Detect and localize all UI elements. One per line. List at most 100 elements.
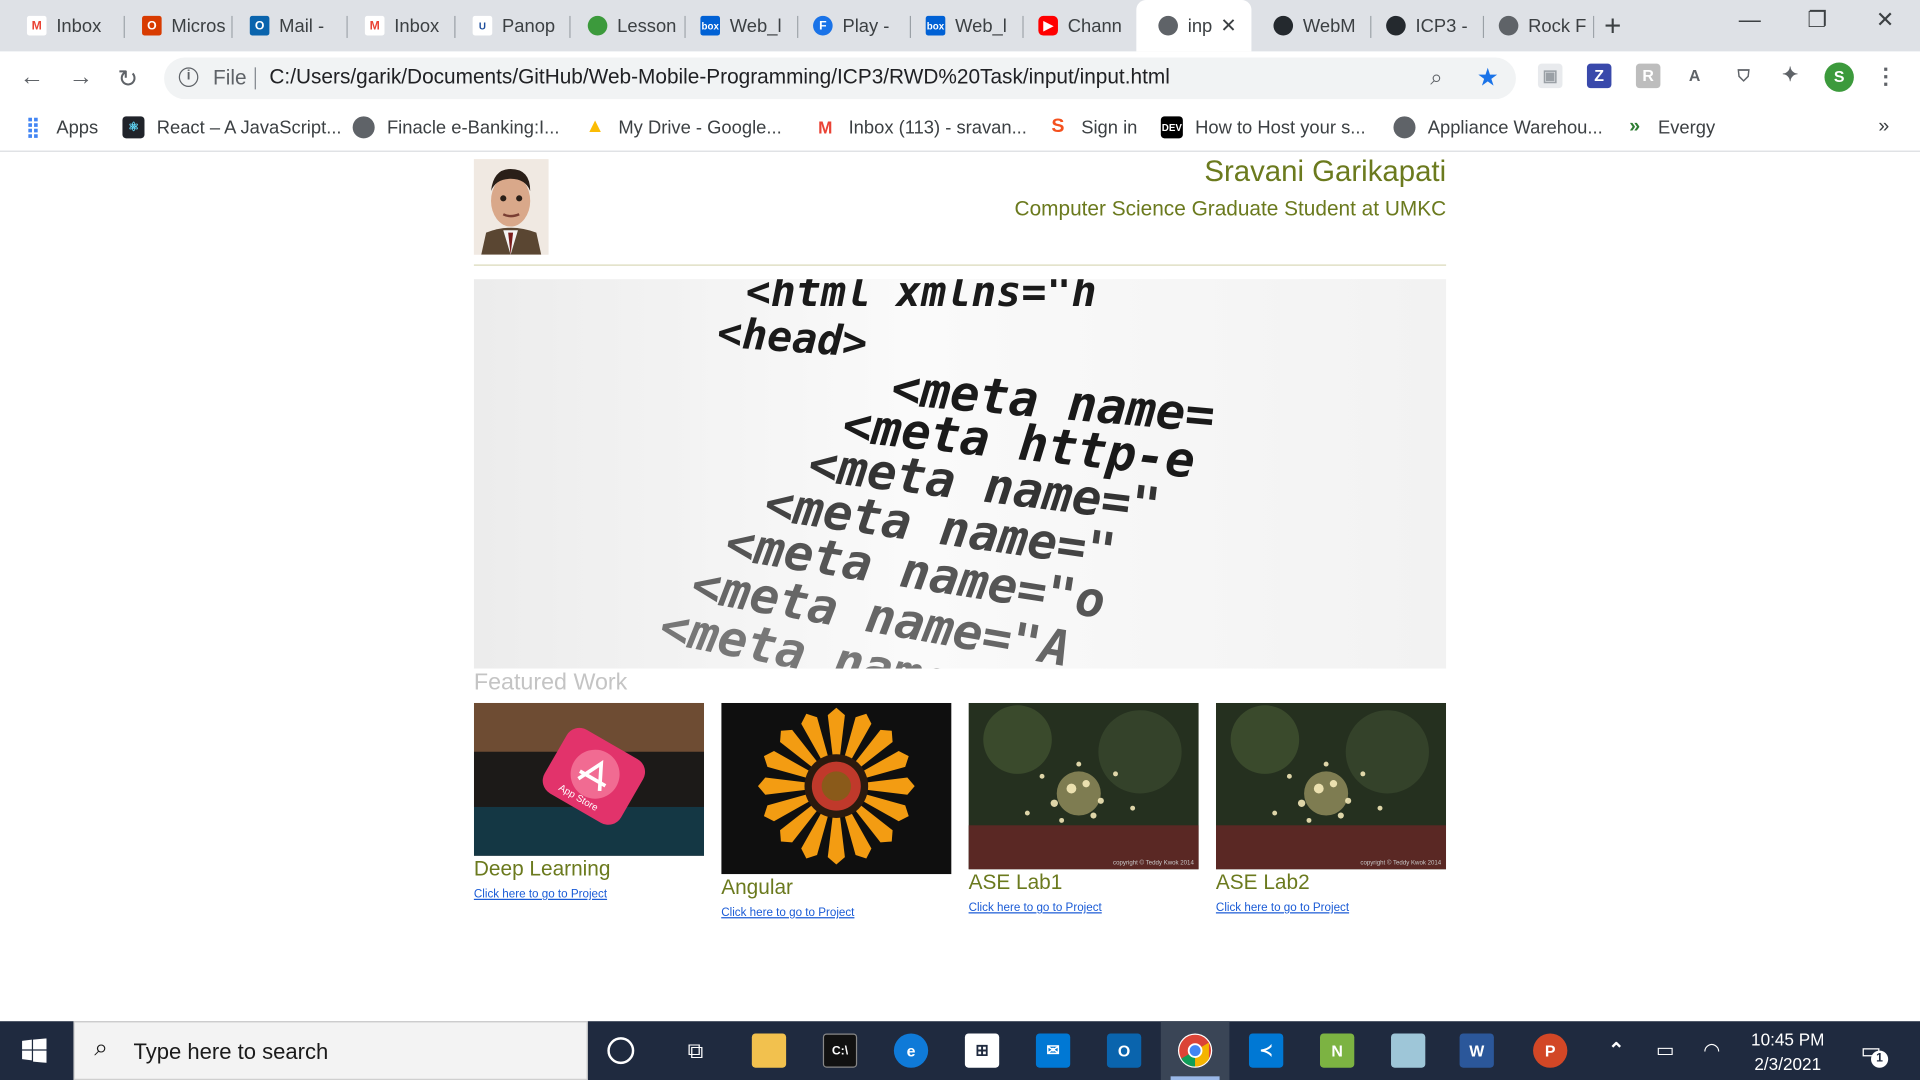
project-card: copyright © Teddy Kwok 2014 ASE Lab1 Cli…	[968, 702, 1199, 915]
tab-active[interactable]: inp ✕	[1136, 0, 1252, 52]
zotero-icon[interactable]: Z	[1586, 63, 1612, 89]
windows-taskbar: ⌕ Type here to search ⧉ C:\ e ⊞ ✉ O ≺ N …	[0, 1021, 1920, 1080]
thumbnail-watermark: copyright © Teddy Kwok 2014	[1113, 859, 1194, 866]
tab[interactable]: Rock F	[1477, 7, 1595, 44]
project-link[interactable]: Click here to go to Project	[1216, 901, 1446, 914]
menu-icon[interactable]: ⋮	[1873, 63, 1898, 89]
tab[interactable]: ▶ Chann	[1016, 7, 1136, 44]
hero-image: <html xmlns="h <head> <meta name= <meta …	[473, 279, 1447, 669]
restore-icon[interactable]: ❐	[1807, 7, 1827, 33]
project-link[interactable]: Click here to go to Project	[474, 888, 704, 901]
f-icon: F	[813, 15, 833, 36]
store-icon[interactable]: ⊞	[964, 1033, 1000, 1068]
dev-icon: DEV	[1160, 116, 1183, 139]
project-link[interactable]: Click here to go to Project	[721, 906, 951, 919]
evergy-icon: »	[1629, 116, 1641, 138]
tab[interactable]: O Mail -	[228, 7, 348, 44]
github-icon	[1273, 15, 1294, 36]
project-title: Angular	[721, 875, 793, 899]
bookmark-apps[interactable]: ⣿ Apps	[22, 116, 98, 138]
chrome-icon[interactable]	[1177, 1033, 1213, 1068]
puzzle-icon[interactable]: ✦	[1777, 63, 1803, 89]
bookmark-star-icon[interactable]: ★	[1477, 62, 1499, 93]
project-thumbnail: copyright © Teddy Kwok 2014	[1215, 702, 1447, 870]
battery-icon[interactable]: ▭	[1648, 1033, 1682, 1067]
extension-icon[interactable]: ▣	[1537, 63, 1563, 89]
forward-icon[interactable]: →	[69, 64, 93, 92]
url-text[interactable]: C:/Users/garik/Documents/GitHub/Web-Mobi…	[269, 65, 1169, 89]
tab-label: ICP3 -	[1415, 15, 1468, 37]
gmail-icon: M	[364, 15, 385, 36]
tab[interactable]: U Panop	[451, 7, 571, 44]
tab[interactable]: box Web_l	[904, 7, 1024, 44]
tab[interactable]: Lesson	[566, 7, 686, 44]
zoom-icon[interactable]: ⌕	[1430, 65, 1442, 91]
windows-start-icon[interactable]	[22, 1038, 47, 1069]
minimize-icon[interactable]: —	[1739, 7, 1761, 33]
close-window-icon[interactable]: ✕	[1876, 7, 1894, 33]
clock-date: 2/3/2021	[1754, 1054, 1822, 1074]
profile-avatar[interactable]: S	[1824, 62, 1854, 92]
bookmark-appliance[interactable]: Appliance Warehou...	[1393, 116, 1603, 139]
github-icon	[1386, 15, 1406, 36]
system-clock[interactable]: 10:45 PM 2/3/2021	[1739, 1027, 1837, 1076]
tab[interactable]: M Inbox	[5, 7, 125, 44]
bookmarks-overflow-button[interactable]: »	[1878, 116, 1889, 138]
tab[interactable]: WebM	[1251, 7, 1372, 44]
globe-icon	[1393, 116, 1416, 139]
project-thumbnail	[721, 702, 952, 875]
tab[interactable]: ICP3 -	[1364, 7, 1485, 44]
tab[interactable]: M Inbox	[343, 7, 456, 44]
bookmark-evergy[interactable]: » Evergy	[1624, 116, 1715, 138]
bookmark-dev[interactable]: DEV How to Host your s...	[1160, 116, 1366, 139]
tab-label: Web_l	[955, 15, 1007, 37]
info-icon[interactable]: i	[178, 67, 199, 87]
project-thumbnail: App Store	[473, 702, 705, 856]
taskbar-search-input[interactable]: ⌕ Type here to search	[73, 1021, 588, 1080]
bookmark-label: My Drive - Google...	[618, 116, 782, 138]
reload-icon[interactable]: ↻	[118, 64, 139, 95]
task-view-icon[interactable]: ⧉	[678, 1033, 712, 1067]
globe-icon	[352, 116, 375, 139]
powerpoint-icon[interactable]: P	[1533, 1033, 1568, 1068]
tab[interactable]: F Play -	[791, 7, 912, 44]
tab-label: Micros	[171, 15, 226, 37]
bookmark-drive[interactable]: ▲ My Drive - Google...	[584, 116, 782, 138]
extension-icon[interactable]: R	[1635, 63, 1661, 89]
project-card: copyright © Teddy Kwok 2014 ASE Lab2 Cli…	[1215, 702, 1447, 915]
terminal-icon[interactable]: C:\	[822, 1033, 858, 1068]
tab-label: Inbox	[56, 15, 102, 37]
shield-icon[interactable]: ⛉	[1731, 63, 1756, 89]
new-tab-icon[interactable]: +	[1604, 10, 1621, 44]
bookmark-react[interactable]: ⚛ React – A JavaScript...	[122, 116, 342, 139]
project-link[interactable]: Click here to go to Project	[969, 901, 1199, 914]
notepadpp-icon[interactable]: N	[1320, 1033, 1355, 1068]
chevron-up-icon[interactable]: ⌃	[1599, 1033, 1633, 1067]
tab[interactable]: O Micros	[120, 7, 233, 44]
remote-icon[interactable]	[1391, 1033, 1426, 1068]
wifi-icon[interactable]: ◠	[1695, 1033, 1729, 1067]
tab-label: Web_l	[729, 15, 782, 37]
divider	[473, 264, 1447, 266]
bookmark-label: Finacle e-Banking:I...	[386, 116, 560, 138]
clock-time: 10:45 PM	[1751, 1029, 1825, 1050]
address-bar[interactable]: i File C:/Users/garik/Documents/GitHub/W…	[164, 57, 1516, 100]
back-icon[interactable]: ←	[20, 64, 44, 92]
bookmark-label: Apps	[56, 116, 99, 138]
outlook-icon[interactable]: O	[1106, 1033, 1142, 1068]
apps-grid-icon: ⣿	[25, 117, 41, 139]
close-tab-icon[interactable]: ✕	[1220, 13, 1236, 37]
vscode-icon[interactable]: ≺	[1248, 1033, 1284, 1068]
mail-icon[interactable]: ✉	[1035, 1033, 1071, 1068]
edge-icon[interactable]: e	[893, 1033, 929, 1068]
bookmark-finacle[interactable]: Finacle e-Banking:I...	[352, 116, 560, 139]
tab[interactable]: box Web_l	[678, 7, 799, 44]
cortana-icon[interactable]	[607, 1037, 635, 1065]
youtube-icon: ▶	[1038, 15, 1058, 36]
file-explorer-icon[interactable]	[751, 1033, 787, 1068]
extension-icon[interactable]: A	[1682, 63, 1707, 89]
word-icon[interactable]: W	[1459, 1033, 1494, 1068]
bookmark-signin[interactable]: S Sign in	[1047, 116, 1137, 138]
bookmark-inbox[interactable]: M Inbox (113) - sravan...	[814, 116, 1027, 139]
react-icon: ⚛	[122, 116, 145, 139]
